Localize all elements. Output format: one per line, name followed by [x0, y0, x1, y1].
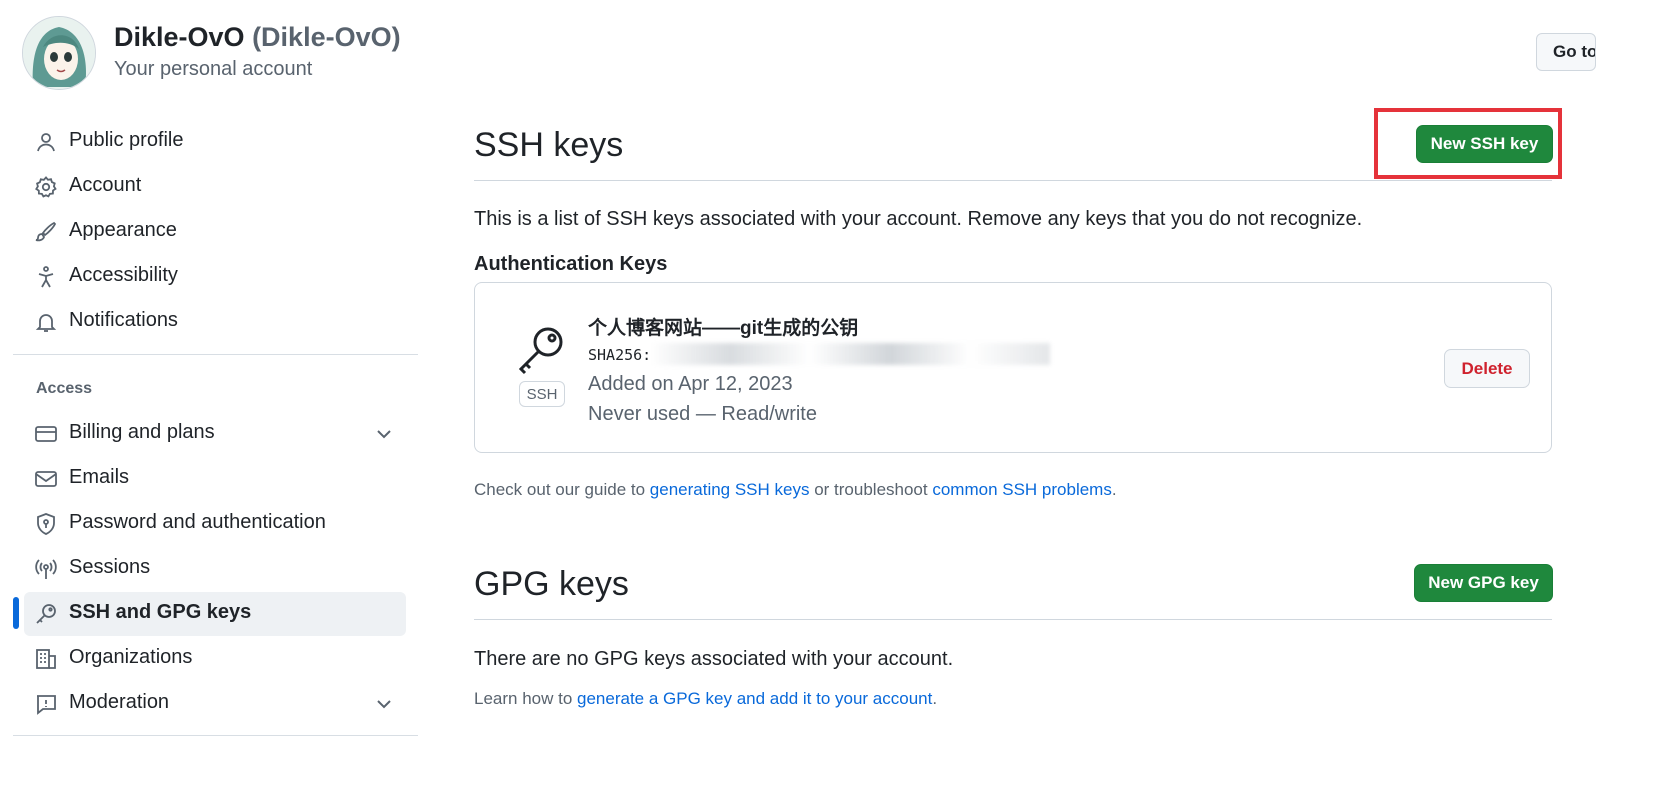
login-name: (Dikle-OvO) — [252, 22, 401, 52]
ssh-guide-text: Check out our guide to generating SSH ke… — [474, 480, 1117, 500]
active-indicator — [13, 597, 19, 629]
ssh-key-title: 个人博客网站——git生成的公钥 — [588, 318, 859, 339]
credit-card-icon — [35, 426, 57, 442]
display-name: Dikle-OvO — [114, 22, 245, 52]
guide-middle: or troubleshoot — [809, 480, 933, 499]
section-divider — [474, 619, 1552, 620]
sidebar-divider — [13, 735, 418, 736]
sidebar-item-sessions[interactable]: Sessions — [24, 547, 406, 591]
section-divider — [474, 180, 1552, 181]
generating-ssh-keys-link[interactable]: generating SSH keys — [650, 480, 810, 499]
guide-suffix: . — [1111, 480, 1117, 499]
sidebar-item-notifications[interactable]: Notifications — [24, 300, 406, 344]
sidebar-item-public-profile[interactable]: Public profile — [24, 120, 406, 164]
organization-icon — [36, 649, 56, 669]
ssh-key-item — [474, 282, 1552, 453]
bell-icon — [35, 314, 57, 332]
person-icon — [37, 133, 55, 152]
sidebar-item-emails[interactable]: Emails — [24, 457, 406, 501]
sidebar-item-label: Organizations — [69, 646, 193, 668]
key-icon — [518, 327, 563, 375]
sidebar-item-label: Notifications — [69, 309, 178, 331]
gpg-empty-text: There are no GPG keys associated with yo… — [474, 648, 954, 670]
sidebar-divider — [13, 354, 418, 355]
ssh-key-fingerprint: SHA256: — [588, 346, 652, 364]
sidebar-item-ssh-gpg-keys[interactable]: SSH and GPG keys — [24, 592, 406, 636]
account-name: Dikle-OvO (Dikle-OvO) — [114, 22, 401, 53]
shield-lock-icon — [37, 513, 55, 535]
gear-icon — [35, 176, 57, 198]
sidebar-item-label: Password and authentication — [69, 511, 326, 533]
gpg-keys-title: GPG keys — [474, 565, 629, 603]
learn-suffix: . — [932, 689, 938, 708]
ssh-keys-title: SSH keys — [474, 126, 624, 164]
sidebar-item-organizations[interactable]: Organizations — [24, 637, 406, 681]
guide-prefix: Check out our guide to — [474, 480, 650, 499]
report-icon — [37, 695, 56, 715]
sidebar-item-label: Emails — [69, 466, 130, 488]
sidebar-item-label: Moderation — [69, 691, 170, 713]
new-gpg-key-button[interactable]: New GPG key — [1414, 564, 1553, 602]
go-to-profile-button[interactable]: Go to your personal profile — [1536, 33, 1596, 71]
account-subtitle: Your personal account — [114, 58, 313, 80]
chevron-down-icon[interactable] — [374, 424, 394, 444]
sidebar-item-label: Appearance — [69, 219, 177, 241]
sidebar-item-account[interactable]: Account — [24, 165, 406, 209]
paintbrush-icon — [35, 221, 57, 242]
avatar[interactable] — [22, 16, 96, 90]
redacted-fingerprint — [650, 343, 1050, 365]
ssh-badge: SSH — [519, 381, 565, 407]
sidebar-item-label: Public profile — [69, 129, 184, 151]
highlight-box — [1374, 108, 1562, 179]
broadcast-icon — [35, 559, 57, 579]
sidebar-item-moderation[interactable]: Moderation — [24, 682, 406, 726]
mail-icon — [35, 471, 57, 487]
authentication-keys-heading: Authentication Keys — [474, 253, 668, 275]
sidebar-item-label: SSH and GPG keys — [69, 601, 252, 623]
common-ssh-problems-link[interactable]: common SSH problems — [932, 480, 1112, 499]
generate-gpg-key-link[interactable]: generate a GPG key and add it to your ac… — [577, 689, 932, 708]
ssh-key-usage: Never used — Read/write — [588, 403, 817, 425]
sidebar-item-label: Billing and plans — [69, 421, 215, 443]
sidebar-item-label: Sessions — [69, 556, 151, 578]
gpg-learn-text: Learn how to generate a GPG key and add … — [474, 689, 937, 709]
ssh-description: This is a list of SSH keys associated wi… — [474, 208, 1363, 230]
sidebar-item-billing[interactable]: Billing and plans — [24, 412, 406, 456]
delete-ssh-key-button[interactable]: Delete — [1444, 349, 1530, 388]
sidebar-item-accessibility[interactable]: Accessibility — [24, 255, 406, 299]
key-icon — [36, 604, 56, 624]
sidebar-item-password-authentication[interactable]: Password and authentication — [24, 502, 406, 546]
accessibility-icon — [38, 266, 54, 288]
learn-prefix: Learn how to — [474, 689, 578, 708]
sidebar-heading-access: Access — [36, 380, 93, 397]
sidebar-item-appearance[interactable]: Appearance — [24, 210, 406, 254]
sidebar-item-label: Account — [69, 174, 142, 196]
ssh-key-added-date: Added on Apr 12, 2023 — [588, 373, 793, 395]
sidebar-item-label: Accessibility — [69, 264, 178, 286]
chevron-down-icon[interactable] — [374, 694, 394, 714]
